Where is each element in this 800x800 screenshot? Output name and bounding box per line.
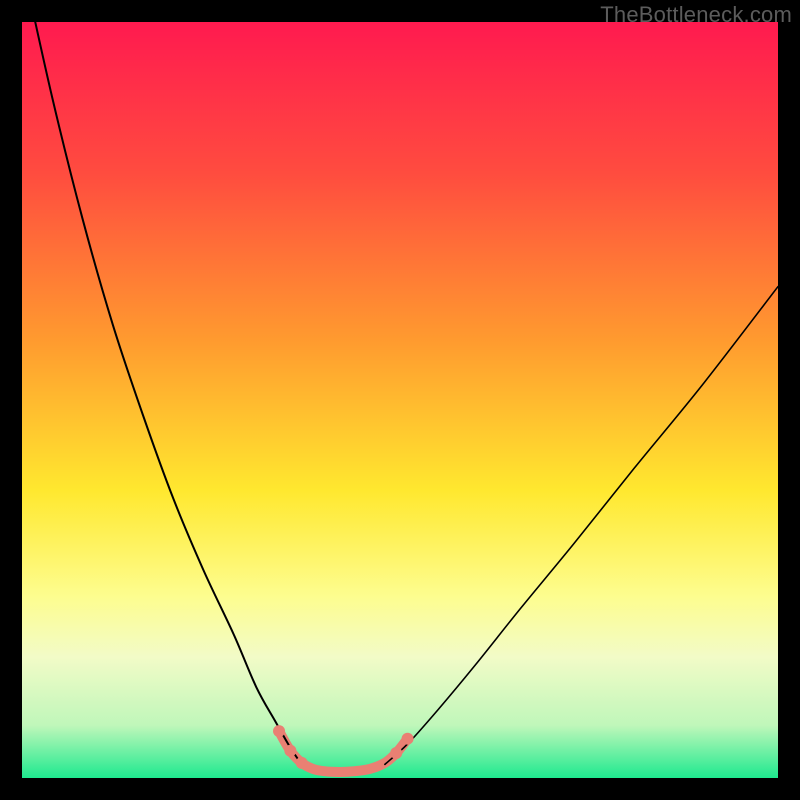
trough-dot xyxy=(402,733,414,745)
trough-dot xyxy=(273,725,285,737)
chart-svg xyxy=(22,22,778,778)
trough-dot xyxy=(284,745,296,757)
trough-dot xyxy=(296,757,308,769)
plot-area xyxy=(22,22,778,778)
trough-dot xyxy=(390,747,402,759)
gradient-background xyxy=(22,22,778,778)
outer-frame: TheBottleneck.com xyxy=(0,0,800,800)
